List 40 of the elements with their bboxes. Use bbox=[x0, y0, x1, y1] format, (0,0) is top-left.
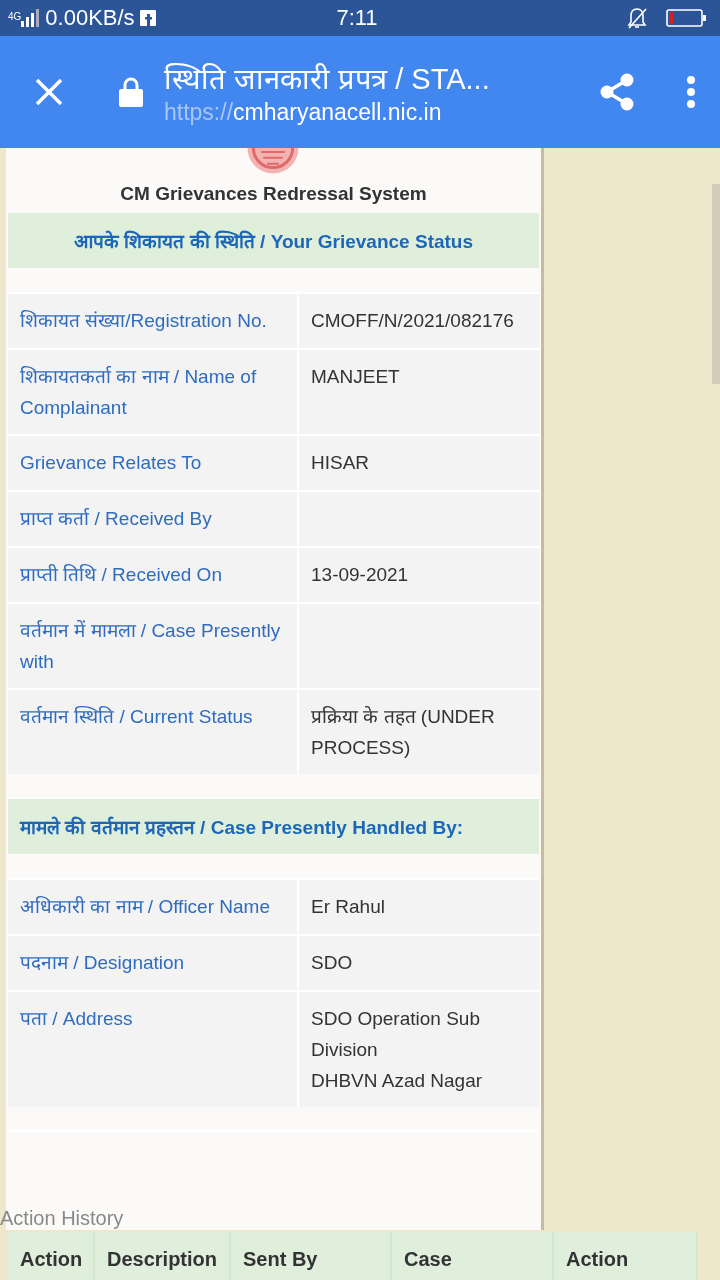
field-value: HISAR bbox=[299, 435, 539, 490]
column-header: Action bbox=[8, 1232, 95, 1280]
column-header: Sent By bbox=[231, 1232, 392, 1280]
field-label: पता / Address bbox=[8, 991, 297, 1107]
notification-icon bbox=[139, 10, 156, 26]
field-label: अधिकारी का नाम / Officer Name bbox=[8, 879, 297, 934]
section-heading: आपके शिकायत की स्थिति / Your Grievance Status bbox=[8, 213, 539, 269]
network-label: 4G bbox=[8, 11, 22, 22]
more-icon bbox=[686, 75, 696, 109]
field-label: वर्तमान में मामला / Case Presently with bbox=[8, 603, 297, 688]
section-title: Action History bbox=[0, 1207, 125, 1231]
field-label: वर्तमान स्थिति / Current Status bbox=[8, 689, 297, 774]
network-speed: 0.00KB/s bbox=[45, 5, 135, 31]
field-value: CMOFF/N/2021/082176 bbox=[299, 293, 539, 348]
field-label: Grievance Relates To bbox=[8, 435, 297, 490]
field-value: SDO Operation Sub Division DHBVN Azad Nagar bbox=[299, 991, 539, 1107]
field-value: प्रक्रिया के तहत (UNDER PROCESS) bbox=[299, 689, 539, 774]
bell-muted-icon bbox=[626, 6, 648, 30]
field-label: पदनाम / Designation bbox=[8, 935, 297, 990]
column-header: Action bbox=[554, 1232, 698, 1280]
clock: 7:11 bbox=[336, 5, 378, 31]
field-value: SDO bbox=[299, 935, 539, 990]
battery-icon bbox=[666, 9, 706, 27]
column-header: Case bbox=[392, 1232, 554, 1280]
close-icon bbox=[34, 77, 64, 107]
field-value: 13-09-2021 bbox=[299, 547, 539, 602]
page-title: स्थिति जानकारी प्रपत्र / STA... bbox=[164, 62, 491, 97]
share-icon bbox=[598, 72, 636, 112]
field-label: प्राप्ती तिथि / Received On bbox=[8, 547, 297, 602]
section-heading: मामले की वर्तमान प्रहस्तन / Case Presently Handled By: bbox=[8, 799, 539, 855]
system-title: CM Grievances Redressal System bbox=[119, 182, 428, 207]
signal-icon bbox=[20, 9, 41, 27]
field-label: प्राप्त कर्ता / Received By bbox=[8, 491, 297, 546]
column-header: Description bbox=[95, 1232, 231, 1280]
field-value: Er Rahul bbox=[299, 879, 539, 934]
url-text: https://cmharyanacell.nic.in bbox=[164, 99, 443, 126]
field-value: MANJEET bbox=[299, 349, 539, 434]
lock-icon bbox=[118, 76, 144, 108]
field-label: शिकायतकर्ता का नाम / Name of Complainant bbox=[8, 349, 297, 434]
field-label: शिकायत संख्या/Registration No. bbox=[8, 293, 297, 348]
